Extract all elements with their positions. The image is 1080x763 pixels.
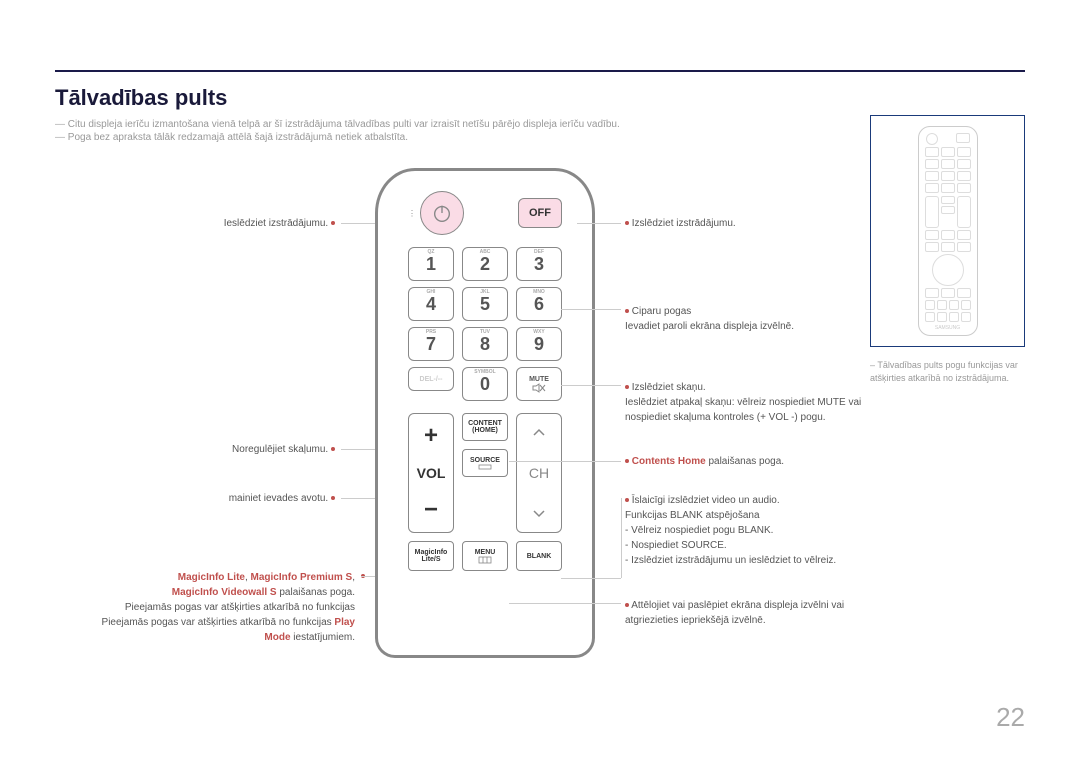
digit-1: QZ1 <box>408 247 454 281</box>
mini-remote: SAMSUNG <box>918 126 978 336</box>
menu-button: MENU <box>462 541 508 571</box>
mini-remote-box: SAMSUNG <box>870 115 1025 347</box>
digit-6: MNO6 <box>516 287 562 321</box>
label-digits: Ciparu pogasIevadiet paroli ekrāna displ… <box>625 304 794 334</box>
magicinfo-button: MagicInfoLite/S <box>408 541 454 571</box>
label-menu: Attēlojiet vai paslēpiet ekrāna displeja… <box>625 598 885 628</box>
header-divider <box>55 70 1025 72</box>
off-button: OFF <box>518 198 562 228</box>
digit-5: JKL5 <box>462 287 508 321</box>
power-icon <box>431 202 453 224</box>
ir-indicator: ⋮ <box>408 209 416 218</box>
chevron-up-icon <box>532 428 546 438</box>
source-button: SOURCE <box>462 449 508 477</box>
leader-line <box>561 385 621 386</box>
page-title: Tālvadības pults <box>55 85 1025 111</box>
leader-line-v <box>621 498 622 578</box>
volume-rocker: + VOL − <box>408 413 454 533</box>
label-power-on: Ieslēdziet izstrādājumu. <box>175 218 335 229</box>
power-button <box>420 191 464 235</box>
label-blank: Īslaicīgi izslēdziet video un audio.Funk… <box>625 493 836 568</box>
digit-4: GHI4 <box>408 287 454 321</box>
blank-button: BLANK <box>516 541 562 571</box>
label-volume: Noregulējiet skaļumu. <box>175 444 335 455</box>
digit-3: DEF3 <box>516 247 562 281</box>
label-magicinfo: MagicInfo Lite, MagicInfo Premium S, Mag… <box>85 570 355 645</box>
content-home-button: CONTENT(HOME) <box>462 413 508 441</box>
leader-line <box>577 223 621 224</box>
leader-line <box>509 461 621 462</box>
leader-line <box>509 603 621 604</box>
digit-2: ABC2 <box>462 247 508 281</box>
sidebar: SAMSUNG – Tālvadības pults pogu funkcija… <box>870 115 1025 384</box>
digit-8: TUV8 <box>462 327 508 361</box>
label-mute: Izslēdziet skaņu.Ieslēdziet atpakaļ skaņ… <box>625 380 885 425</box>
mute-button: MUTE <box>516 367 562 401</box>
menu-icon <box>478 556 492 564</box>
del-button: DEL-/-- <box>408 367 454 391</box>
digit-0: SYMBOL0 <box>462 367 508 401</box>
remote-control-diagram: ⋮ OFF QZ1 ABC2 DEF3 GHI4 JKL5 MNO6 PRS7 … <box>375 168 595 658</box>
leader-line <box>561 578 621 579</box>
page-number: 22 <box>996 702 1025 733</box>
mute-icon <box>532 383 546 393</box>
digit-7: PRS7 <box>408 327 454 361</box>
channel-rocker: CH <box>516 413 562 533</box>
sidebar-note: – Tālvadības pults pogu funkcijas var at… <box>870 359 1025 384</box>
digit-9: WXY9 <box>516 327 562 361</box>
source-icon <box>478 464 492 470</box>
chevron-down-icon <box>532 508 546 518</box>
label-source-change: mainiet ievades avotu. <box>175 493 335 504</box>
leader-line <box>561 309 621 310</box>
label-power-off: Izslēdziet izstrādājumu. <box>625 218 736 229</box>
label-content-home: Contents Home palaišanas poga. <box>625 456 784 467</box>
